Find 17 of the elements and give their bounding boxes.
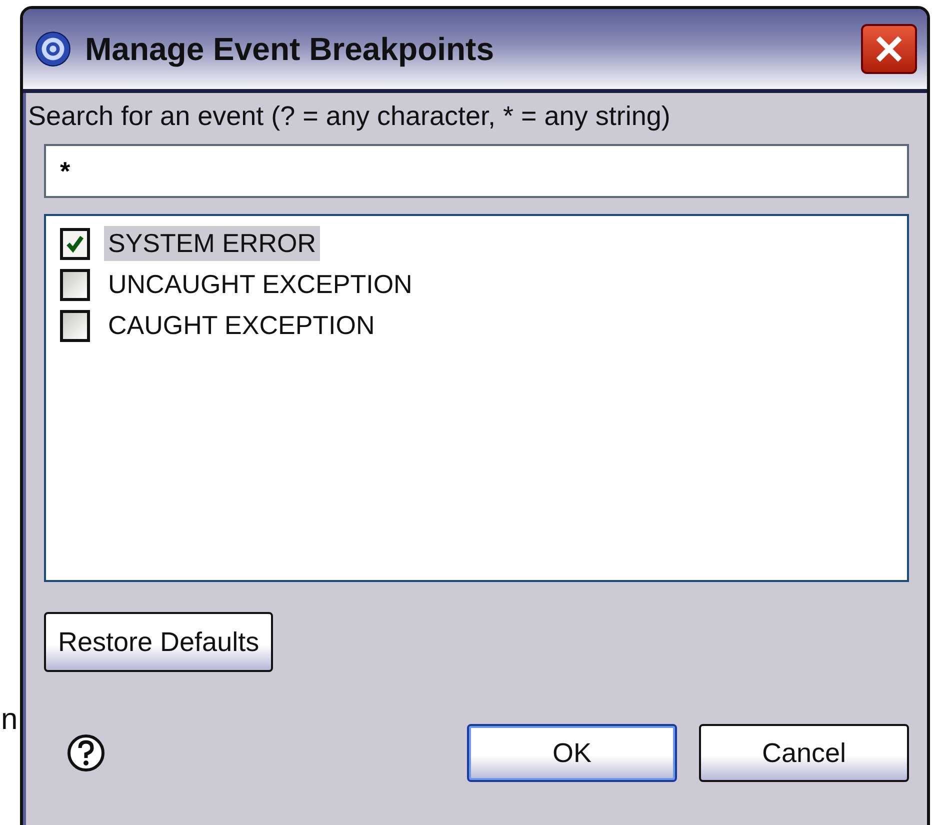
close-button[interactable] (861, 24, 917, 74)
help-icon[interactable] (66, 733, 106, 773)
background-text: n (1, 705, 18, 735)
window-title: Manage Event Breakpoints (85, 30, 495, 68)
event-label[interactable]: UNCAUGHT EXCEPTION (104, 267, 416, 302)
search-label: Search for an event (? = any character, * = any string) (28, 101, 672, 132)
close-icon (874, 34, 904, 64)
event-label[interactable]: SYSTEM ERROR (104, 226, 320, 261)
checkbox[interactable] (60, 228, 90, 260)
restore-defaults-button[interactable]: Restore Defaults (44, 612, 274, 672)
checkbox[interactable] (60, 268, 90, 300)
search-field[interactable]: * (44, 144, 909, 198)
cancel-button[interactable]: Cancel (699, 724, 909, 782)
ok-button[interactable]: OK (467, 724, 677, 782)
gear-icon (35, 31, 71, 67)
checkbox[interactable] (60, 310, 90, 342)
event-label[interactable]: CAUGHT EXCEPTION (104, 308, 379, 343)
